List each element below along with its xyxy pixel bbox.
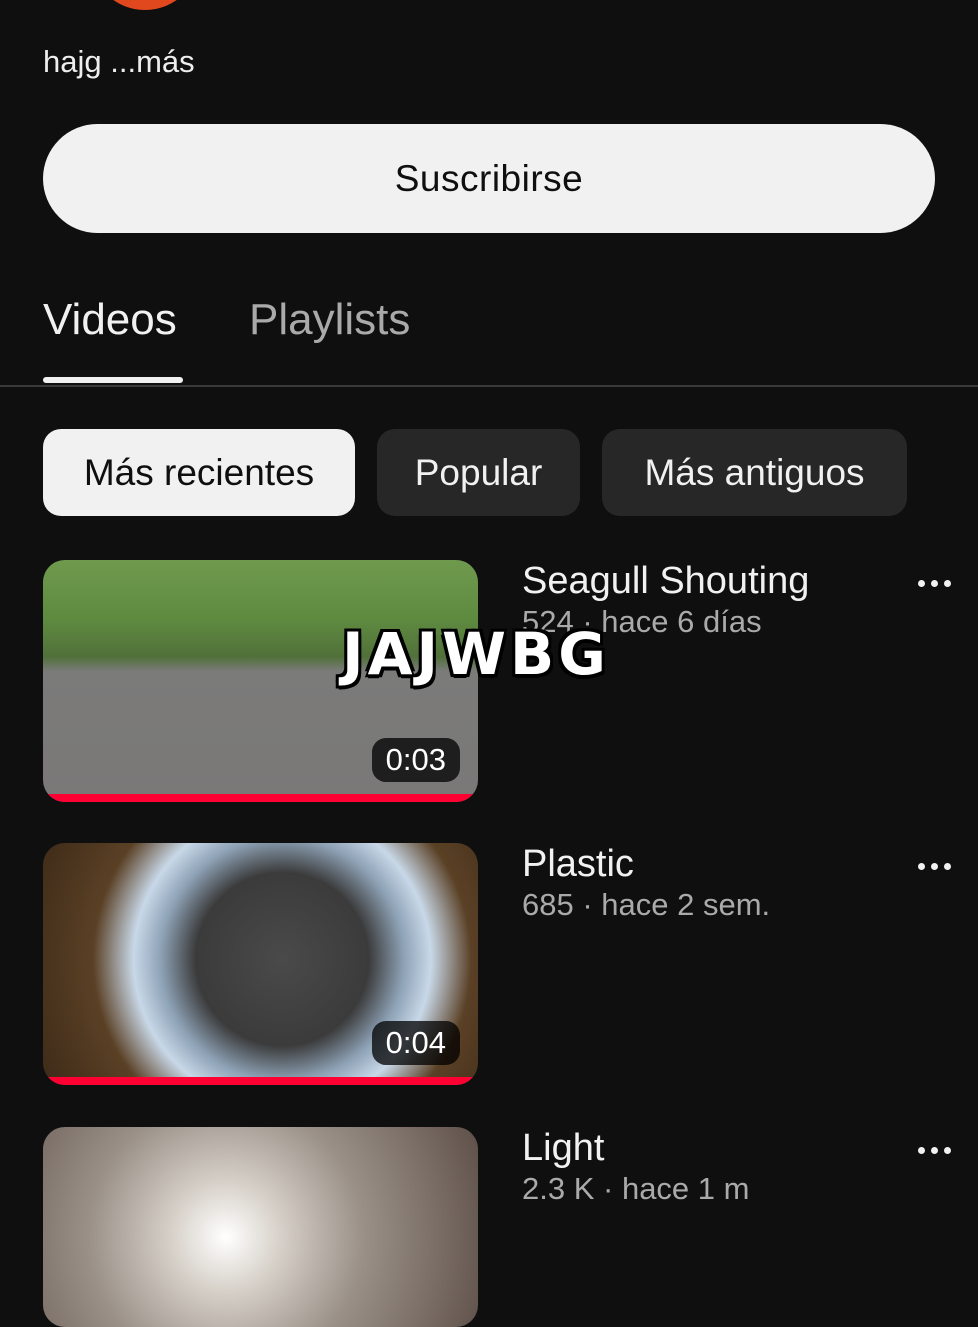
video-meta: 685 · hace 2 sem. <box>522 887 771 922</box>
duration-badge: 0:04 <box>371 1021 460 1065</box>
more-options-icon[interactable] <box>915 570 955 600</box>
channel-avatar[interactable] <box>90 0 200 10</box>
filter-chip-recent[interactable]: Más recientes <box>43 429 355 516</box>
filter-chip-popular[interactable]: Popular <box>377 429 580 516</box>
video-thumbnail[interactable] <box>43 1127 478 1327</box>
more-link[interactable]: ...más <box>110 44 194 79</box>
tab-playlists[interactable]: Playlists <box>249 295 410 345</box>
watched-progress-bar <box>43 1077 478 1085</box>
filter-chip-oldest[interactable]: Más antiguos <box>602 429 907 516</box>
duration-badge: 0:03 <box>371 738 460 782</box>
view-count: 2.3 K <box>522 1171 595 1206</box>
video-thumbnail[interactable]: 0:04 <box>43 843 478 1085</box>
watched-progress-bar <box>43 794 478 802</box>
video-title[interactable]: Plastic <box>522 843 634 886</box>
upload-age: hace 6 días <box>601 604 762 639</box>
upload-age: hace 1 m <box>621 1171 750 1206</box>
view-count: 685 <box>522 887 574 922</box>
upload-age: hace 2 sem. <box>601 887 771 922</box>
channel-description[interactable]: hajg ...más <box>43 44 195 80</box>
more-options-icon[interactable] <box>915 1137 955 1167</box>
video-item[interactable]: Light 2.3 K · hace 1 m <box>0 1127 978 1327</box>
channel-tabs: Videos Playlists <box>0 280 978 387</box>
more-options-icon[interactable] <box>915 853 955 883</box>
video-meta: 2.3 K · hace 1 m <box>522 1171 750 1206</box>
video-title[interactable]: Light <box>522 1127 604 1170</box>
subscribe-button[interactable]: Suscribirse <box>43 124 935 233</box>
tab-selected-indicator <box>43 377 183 383</box>
video-item[interactable]: 0:04 Plastic 685 · hace 2 sem. <box>0 843 978 1085</box>
watermark-overlay: JAJWBG <box>342 620 610 688</box>
video-title[interactable]: Seagull Shouting <box>522 560 809 603</box>
tab-videos[interactable]: Videos <box>43 295 177 345</box>
description-text: hajg <box>43 44 111 79</box>
